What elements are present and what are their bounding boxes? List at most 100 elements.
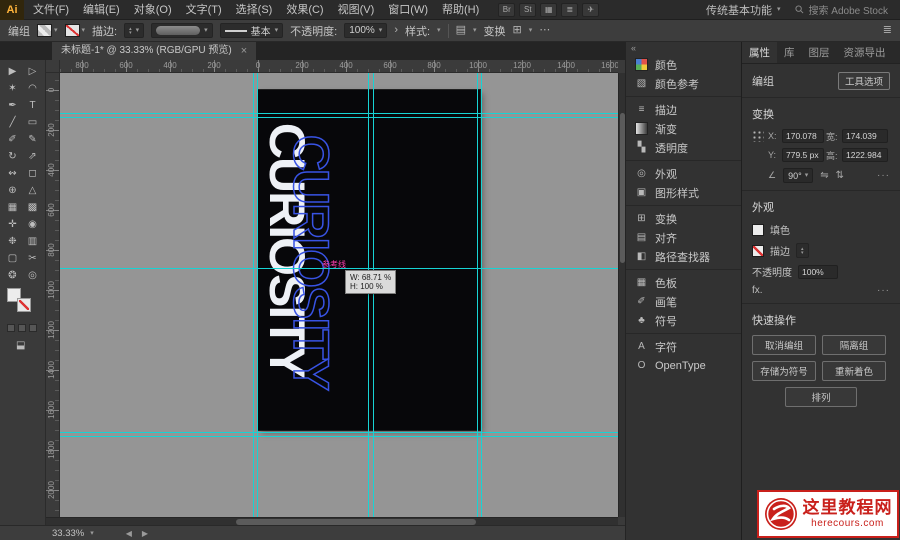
rectangle-tool[interactable]: ▭ [23,114,43,131]
flip-vertical-icon[interactable]: ⇅ [836,170,844,181]
bridge-button[interactable]: Br [498,3,515,17]
ruler-origin-corner[interactable] [46,60,60,73]
dock-item-transform[interactable]: ⊞变换 [626,209,741,228]
share-button[interactable]: ✈ [582,3,599,17]
fill-swatch[interactable] [752,224,764,236]
horizontal-ruler[interactable]: 8006004002000200400600800100012001400160… [60,60,618,73]
gradient-tool[interactable]: ▩ [23,199,43,216]
stroke-weight-field[interactable]: ▴▾ ▾ [124,23,144,38]
effects-button[interactable]: fx. [752,285,763,296]
brush-definition-dropdown[interactable]: 基本 ▾ [220,23,284,38]
close-icon[interactable]: × [241,42,247,60]
canvas[interactable]: CURIOSITY CURIOSITY 参考线 W: 68.71 % H: 10… [60,73,618,517]
tab-资源导出[interactable]: 资源导出 [837,42,893,63]
menu-item[interactable]: 选择(S) [229,0,280,19]
dock-item-color-guide[interactable]: ▧颜色参考 [626,74,741,93]
appearance-more-options[interactable]: ··· [877,285,890,296]
column-graph-tool[interactable]: ▥ [23,233,43,250]
guide-horizontal[interactable] [60,436,618,437]
align-options-icon[interactable]: ⊞ [512,25,521,36]
scale-tool[interactable]: ⇗ [23,148,43,165]
blend-tool[interactable]: ◉ [23,216,43,233]
symbol-sprayer-tool[interactable]: ❉ [3,233,23,250]
opacity-field[interactable]: 100% ▾ [344,23,387,38]
horizontal-scrollbar[interactable] [46,517,618,525]
menu-item[interactable]: 视图(V) [331,0,382,19]
guide-vertical[interactable] [481,73,482,517]
stock-search[interactable]: 搜索 Adobe Stock [795,2,888,17]
mesh-tool[interactable]: ▦ [3,199,23,216]
magic-wand-tool[interactable]: ✶ [3,80,23,97]
dock-item-color[interactable]: 颜色 [626,55,741,74]
guide-vertical[interactable] [477,73,478,517]
dock-item-gradient[interactable]: 渐变 [626,119,741,138]
vertical-scrollbar[interactable] [618,73,625,517]
screen-mode-button[interactable]: ⬓ [16,340,25,351]
variable-width-profile-dropdown[interactable]: ▾ [151,23,213,38]
selection-tool[interactable]: ▶ [3,63,23,80]
perspective-grid-tool[interactable]: △ [23,182,43,199]
menu-item[interactable]: 窗口(W) [381,0,435,19]
menu-item[interactable]: 文字(T) [179,0,229,19]
document-tab[interactable]: 未标题-1* @ 33.33% (RGB/GPU 预览) × [52,42,256,60]
dock-item-brushes[interactable]: ✐画笔 [626,292,741,311]
vertical-ruler[interactable]: 0200400600800100012001400160018002000 [46,73,60,517]
dock-item-character[interactable]: A字符 [626,337,741,356]
menu-item[interactable]: 对象(O) [127,0,179,19]
pen-tool[interactable]: ✒ [3,97,23,114]
shape-builder-tool[interactable]: ⊕ [3,182,23,199]
quick-action-button[interactable]: 存储为符号 [752,361,816,381]
eyedropper-tool[interactable]: ✛ [3,216,23,233]
stroke-color-swatch[interactable] [17,298,31,312]
line-segment-tool[interactable]: ╱ [3,114,23,131]
free-transform-tool[interactable]: ◻ [23,165,43,182]
previous-artboard-icon[interactable]: ◀ [126,529,132,538]
stroke-swatch[interactable] [752,245,764,257]
chevron-right-icon[interactable]: › [394,25,398,36]
lasso-tool[interactable]: ◠ [23,80,43,97]
collapse-panels-icon[interactable]: « [631,43,636,53]
stroke-swatch-dropdown[interactable]: ▾ [65,24,86,37]
stock-button[interactable]: St [519,3,536,17]
quick-action-button[interactable]: 重新着色 [822,361,886,381]
guide-horizontal[interactable] [60,113,618,114]
more-options-icon[interactable]: ⋯ [539,25,550,36]
quick-action-button[interactable]: 排列 [785,387,857,407]
draw-inside-mode-button[interactable] [29,324,37,332]
dock-item-swatches[interactable]: ▦色板 [626,273,741,292]
zoom-tool[interactable]: ◎ [23,267,43,284]
x-field[interactable]: 170.078 [782,129,824,143]
workspace-switcher-button[interactable]: ≣ [561,3,578,17]
reference-point-icon[interactable] [752,130,764,142]
stroke-weight-stepper[interactable]: ▴▾ [796,243,809,258]
menu-item[interactable]: 效果(C) [279,0,330,19]
guide-horizontal[interactable] [60,117,618,118]
direct-selection-tool[interactable]: ▷ [23,63,43,80]
guide-vertical[interactable] [368,73,369,517]
panel-menu-icon[interactable]: ≣ [883,25,892,36]
tab-图层[interactable]: 图层 [802,42,837,63]
menu-item[interactable]: 帮助(H) [435,0,486,19]
guide-horizontal[interactable] [60,432,618,433]
draw-normal-mode-button[interactable] [7,324,15,332]
dock-item-transparency[interactable]: ▚透明度 [626,138,741,157]
menu-item[interactable]: 文件(F) [26,0,76,19]
zoom-level[interactable]: 33.33% [52,528,84,539]
document-setup-icon[interactable]: ▤ [456,25,466,36]
workspace-switcher[interactable]: 传统基本功能 ▾ [706,2,781,18]
opacity-field[interactable]: 100% [798,265,838,279]
dock-item-symbols[interactable]: ♣符号 [626,311,741,330]
slice-tool[interactable]: ✂ [23,250,43,267]
hand-tool[interactable]: ❂ [3,267,23,284]
guide-vertical[interactable] [373,73,374,517]
rotation-angle-dropdown[interactable]: 90° ▾ [783,168,813,183]
fill-swatch-dropdown[interactable]: ▾ [37,24,58,37]
dock-item-graphic-styles[interactable]: ▣图形样式 [626,183,741,202]
tool-options-button[interactable]: 工具选项 [838,72,890,90]
rotate-tool[interactable]: ↻ [3,148,23,165]
quick-action-button[interactable]: 取消编组 [752,335,816,355]
chevron-down-icon[interactable]: ▾ [90,530,94,537]
type-tool[interactable]: T [23,97,43,114]
dock-item-appearance[interactable]: ◎外观 [626,164,741,183]
pencil-tool[interactable]: ✎ [23,131,43,148]
